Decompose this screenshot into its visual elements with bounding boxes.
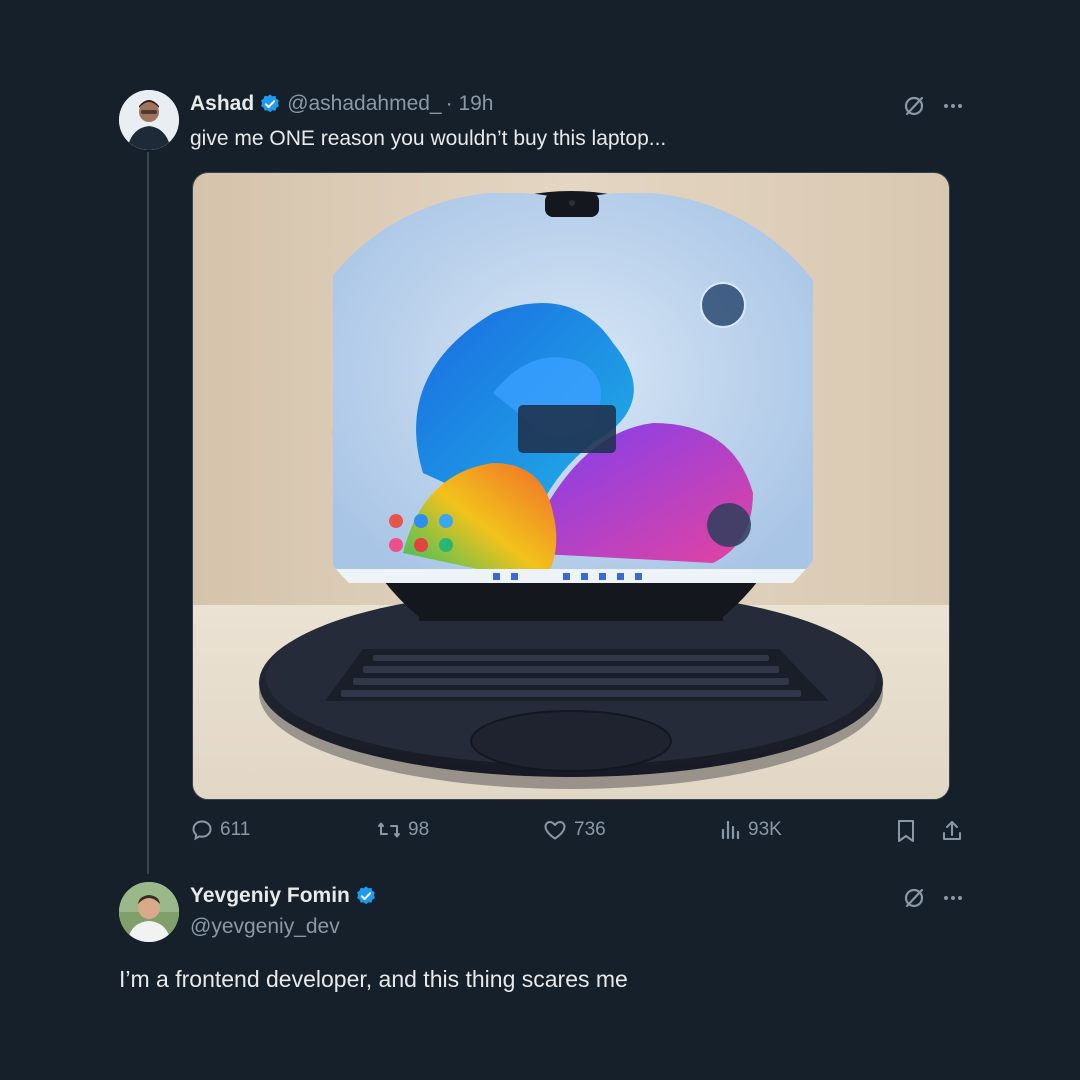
author-handle[interactable]: @ashadahmed_ [287, 92, 441, 116]
verified-badge-icon [356, 886, 375, 905]
share-icon [943, 821, 961, 840]
tweet-media-image[interactable] [192, 172, 950, 800]
avatar-yevgeniy[interactable] [119, 882, 179, 942]
verified-badge-icon [261, 94, 280, 113]
reply-icon [192, 820, 212, 841]
tweet-corner-actions [902, 94, 964, 118]
views-chart-icon [721, 820, 740, 840]
like-count: 736 [574, 819, 606, 840]
tweet-timestamp[interactable]: · 19h [446, 92, 494, 116]
more-options-icon[interactable] [942, 94, 964, 118]
like-button[interactable]: 736 [542, 818, 606, 842]
reply-header: Yevgeniy Fomin [190, 884, 377, 908]
retweet-button[interactable]: 98 [376, 818, 429, 842]
reply-count: 611 [220, 819, 251, 840]
bookmark-icon [898, 820, 914, 842]
tweet-action-bar: 611 98 736 93K [190, 818, 970, 848]
avatar-ashad[interactable] [119, 90, 179, 150]
grok-icon[interactable] [902, 94, 926, 118]
thread-connector-line [147, 152, 149, 874]
view-count: 93K [748, 819, 782, 840]
heart-icon [544, 821, 566, 840]
retweet-icon [378, 822, 400, 838]
retweet-count: 98 [408, 819, 430, 840]
bookmark-button[interactable] [894, 818, 918, 844]
reply-author-name[interactable]: Yevgeniy Fomin [190, 884, 350, 908]
reply-button[interactable]: 611 [190, 818, 250, 842]
tweet-header: Ashad @ashadahmed_ · 19h [190, 92, 494, 116]
views-button[interactable]: 93K [718, 818, 782, 842]
tweet-text: give me ONE reason you wouldn’t buy this… [190, 127, 667, 150]
reply-text: I’m a frontend developer, and this thing… [119, 966, 628, 992]
share-button[interactable] [940, 818, 964, 844]
reply-corner-actions [902, 886, 964, 910]
more-options-icon[interactable] [942, 886, 964, 910]
reply-author-handle[interactable]: @yevgeniy_dev [190, 915, 340, 939]
author-name[interactable]: Ashad [190, 92, 254, 116]
grok-icon[interactable] [902, 886, 926, 910]
